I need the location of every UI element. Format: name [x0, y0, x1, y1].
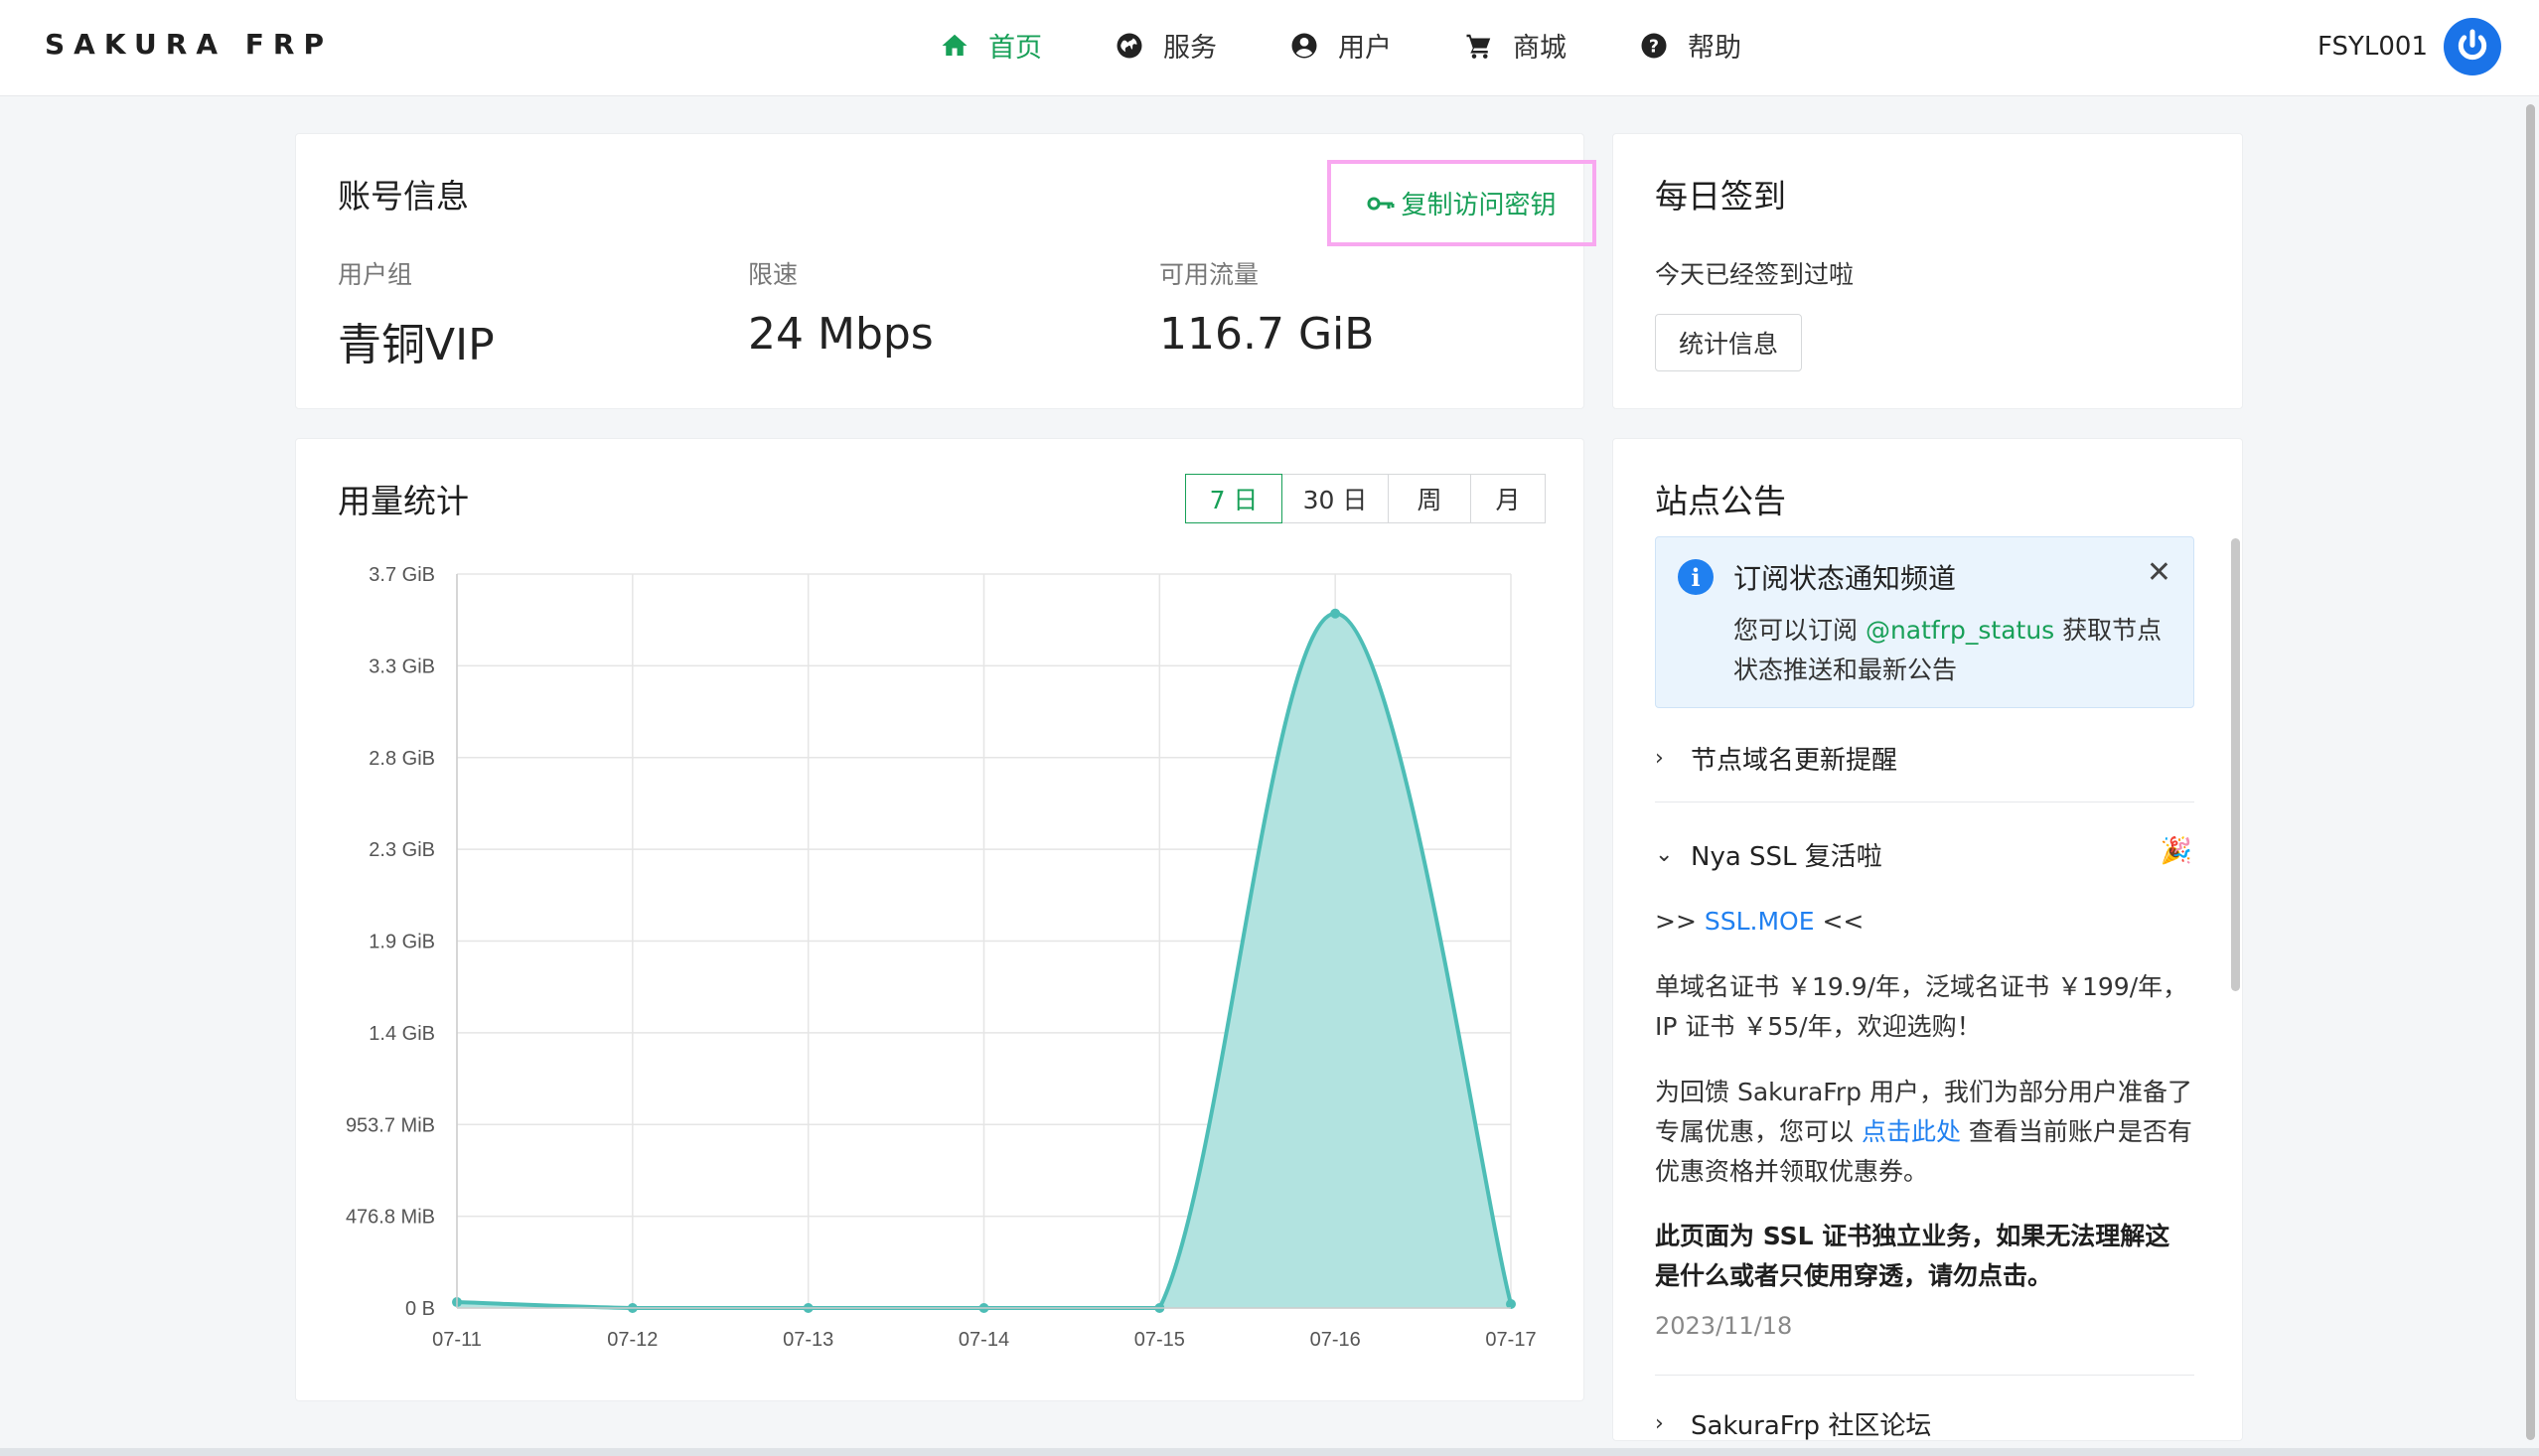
cart-icon	[1463, 30, 1495, 62]
info-icon: i	[1678, 559, 1714, 595]
x-tick-label: 07-15	[1134, 1329, 1185, 1351]
help-icon: ?	[1638, 30, 1670, 62]
chevron-right-icon: ›	[1655, 746, 1664, 771]
svg-text:?: ?	[1649, 37, 1659, 57]
notice-item-label: 节点域名更新提醒	[1691, 746, 1898, 776]
site-notice-title: 站点公告	[1655, 482, 1786, 520]
daily-checkin-card: 每日签到 今天已经签到过啦 统计信息	[1612, 133, 2243, 409]
power-icon[interactable]	[2444, 18, 2501, 75]
stat-value: 青铜VIP	[338, 320, 495, 370]
notice-item-nya-ssl[interactable]: ⌄ Nya SSL 复活啦	[1655, 836, 1882, 873]
copy-access-key-label: 复制访问密钥	[1401, 191, 1557, 220]
copy-access-key-button[interactable]: 复制访问密钥	[1327, 160, 1596, 246]
x-tick-label: 07-16	[1310, 1329, 1361, 1351]
party-popper-icon: 🎉	[2160, 836, 2192, 866]
notice-item-label: SakuraFrp 社区论坛	[1691, 1411, 1932, 1441]
notice-item-domain-update[interactable]: › 节点域名更新提醒	[1655, 740, 1897, 777]
chevron-down-icon: ⌄	[1655, 842, 1674, 867]
alert-title: 订阅状态通知频道	[1733, 562, 1957, 595]
nav-shop-label: 商城	[1513, 33, 1567, 64]
chevron-right-icon: ›	[1655, 1411, 1664, 1436]
ssl-offer-text: 为回馈 SakuraFrp 用户，我们为部分用户准备了专属优惠，您可以 点击此处…	[1655, 1073, 2194, 1192]
y-tick-label: 0 B	[405, 1298, 435, 1320]
checkin-status: 今天已经签到过啦	[1655, 260, 1855, 289]
bottom-border	[0, 1448, 2539, 1456]
x-tick-label: 07-13	[783, 1329, 833, 1351]
key-icon	[1367, 197, 1395, 210]
y-tick-label: 1.4 GiB	[369, 1023, 435, 1045]
ssl-warning-text: 此页面为 SSL 证书独立业务，如果无法理解这是什么或者只使用穿透，请勿点击。	[1655, 1222, 2170, 1290]
ssl-suffix: <<	[1814, 907, 1865, 936]
subscribe-alert: i 订阅状态通知频道 ✕ 您可以订阅 @natfrp_status 获取节点状态…	[1655, 536, 2194, 708]
usage-stats-card: 用量统计 7 日 30 日 周 月 0 B 476.8 MiB 953.7 MiB 1…	[295, 438, 1584, 1401]
nav-help[interactable]: ? 帮助	[1638, 26, 1741, 65]
x-tick-label: 07-17	[1485, 1329, 1536, 1351]
stat-value: 116.7 GiB	[1159, 309, 1375, 360]
daily-checkin-title: 每日签到	[1655, 177, 1786, 216]
x-tick-label: 07-11	[432, 1329, 482, 1351]
y-tick-label: 3.7 GiB	[369, 564, 435, 586]
alert-body: 您可以订阅 @natfrp_status 获取节点状态推送和最新公告	[1733, 611, 2180, 690]
divider	[1655, 1375, 2194, 1376]
notice-item-forum[interactable]: › SakuraFrp 社区论坛	[1655, 1405, 1932, 1441]
nav-home[interactable]: 首页	[939, 26, 1042, 65]
notice-date: 2023/11/18	[1655, 1312, 1793, 1340]
notice-scrollbar[interactable]	[2231, 538, 2240, 991]
y-tick-label: 3.3 GiB	[369, 655, 435, 677]
y-tick-label: 2.3 GiB	[369, 839, 435, 861]
username: FSYL001	[2317, 32, 2428, 62]
click-here-link[interactable]: 点击此处	[1862, 1117, 1961, 1146]
stat-label: 限速	[748, 260, 799, 289]
user-circle-icon	[1288, 30, 1320, 62]
nav-services-label: 服务	[1163, 33, 1217, 64]
site-notice-card: 站点公告 i 订阅状态通知频道 ✕ 您可以订阅 @natfrp_status 获…	[1612, 438, 2243, 1441]
natfrp-status-link[interactable]: @natfrp_status	[1866, 616, 2054, 645]
alert-body-prefix: 您可以订阅	[1733, 616, 1866, 645]
y-tick-label: 2.8 GiB	[369, 748, 435, 770]
y-tick-label: 953.7 MiB	[346, 1114, 435, 1136]
stats-info-button[interactable]: 统计信息	[1655, 314, 1802, 371]
stat-label: 用户组	[338, 260, 413, 289]
ssl-moe-line: >> SSL.MOE <<	[1655, 902, 2194, 942]
ssl-prefix: >>	[1655, 907, 1705, 936]
ssl-moe-link[interactable]: SSL.MOE	[1705, 907, 1815, 936]
usage-chart: 0 B 476.8 MiB 953.7 MiB 1.4 GiB 1.9 GiB 2.3 G…	[346, 564, 1537, 1351]
range-7d-button[interactable]: 7 日	[1185, 474, 1282, 523]
stat-traffic: 可用流量 116.7 GiB	[1159, 255, 1374, 360]
x-tick-label: 07-14	[959, 1329, 1009, 1351]
page-scrollbar[interactable]	[2526, 104, 2535, 1440]
globe-icon	[1114, 30, 1145, 62]
home-icon	[939, 30, 971, 62]
stat-speed-limit: 限速 24 Mbps	[748, 255, 934, 360]
nav-user[interactable]: 用户	[1288, 26, 1392, 65]
stat-label: 可用流量	[1159, 260, 1260, 289]
nav-services[interactable]: 服务	[1114, 26, 1217, 65]
divider	[1655, 801, 2194, 802]
top-navbar: SAKURA FRP 首页 服务 用户 商城 ? 帮助 FSYL001	[0, 0, 2539, 96]
nav-user-label: 用户	[1338, 33, 1392, 64]
stat-value: 24 Mbps	[748, 309, 934, 360]
brand-logo[interactable]: SAKURA FRP	[45, 28, 333, 61]
x-tick-label: 07-12	[607, 1329, 658, 1351]
account-info-title: 账号信息	[338, 177, 469, 216]
y-tick-label: 476.8 MiB	[346, 1207, 435, 1229]
main-nav: 首页 服务 用户 商城 ? 帮助	[939, 26, 1813, 65]
nav-shop[interactable]: 商城	[1463, 26, 1567, 65]
y-tick-label: 1.9 GiB	[369, 932, 435, 953]
user-menu[interactable]: FSYL001	[2317, 18, 2501, 75]
nav-home-label: 首页	[988, 33, 1042, 64]
nav-help-label: 帮助	[1688, 33, 1741, 64]
data-point	[1330, 608, 1341, 619]
stat-user-group: 用户组 青铜VIP	[338, 255, 495, 372]
ssl-price-text: 单域名证书 ￥19.9/年，泛域名证书 ￥199/年，IP 证书 ￥55/年，欢…	[1655, 972, 2188, 1041]
close-icon[interactable]: ✕	[2147, 555, 2171, 590]
notice-item-label: Nya SSL 复活啦	[1691, 842, 1882, 872]
